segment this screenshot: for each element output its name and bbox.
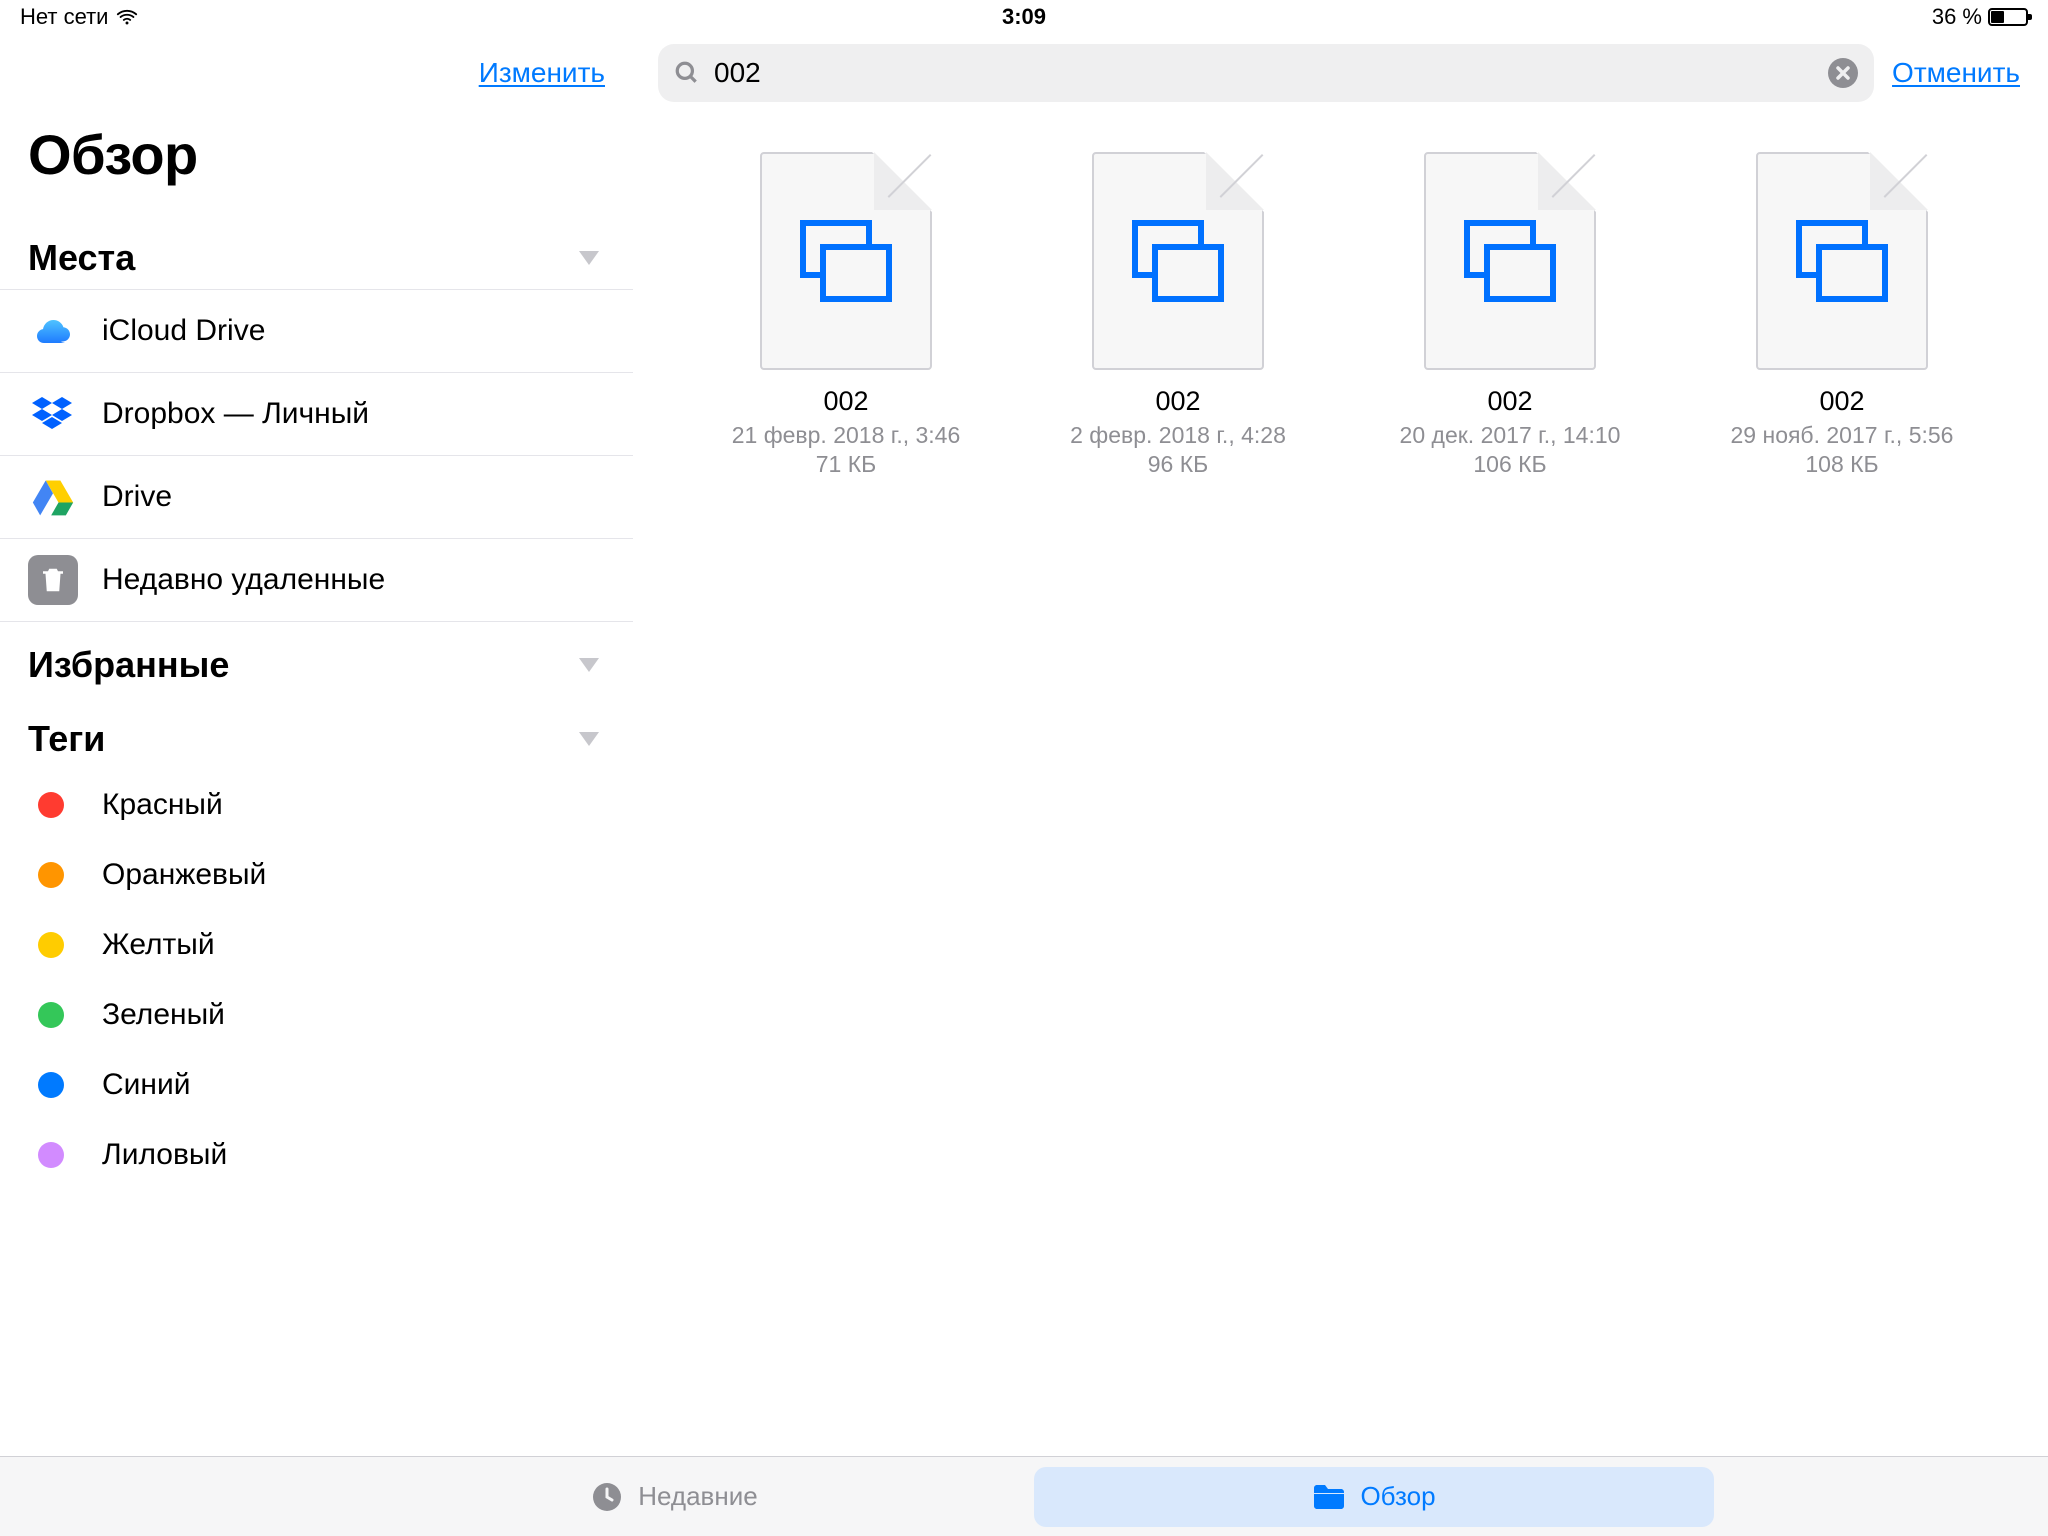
section-tags-label: Теги [28,718,105,760]
file-date: 20 дек. 2017 г., 14:10 [1400,421,1621,451]
location-dropbox[interactable]: Dropbox — Личный [0,373,633,456]
file-date: 21 февр. 2018 г., 3:46 [732,421,961,451]
tag-dot-icon [38,932,64,958]
tag-label: Оранжевый [94,858,266,892]
tag-dot-icon [38,862,64,888]
wifi-icon [116,6,138,28]
file-size: 108 КБ [1805,451,1878,478]
chevron-down-icon [579,658,599,672]
tag-label: Красный [94,788,223,822]
search-input[interactable] [714,57,1814,89]
trash-icon [28,555,78,605]
edit-button[interactable]: Изменить [479,57,605,89]
gdrive-icon [28,472,78,522]
chevron-down-icon [579,251,599,265]
location-label: Drive [102,480,172,514]
tab-browse-label: Обзор [1360,1481,1435,1512]
battery-icon [1988,8,2028,26]
tag-item[interactable]: Лиловый [0,1120,633,1190]
close-icon [1836,66,1850,80]
file-thumbnail [1092,152,1264,370]
file-date: 2 февр. 2018 г., 4:28 [1070,421,1286,451]
document-icon [800,220,892,302]
file-item[interactable]: 002 20 дек. 2017 г., 14:10106 КБ [1344,152,1676,478]
file-name: 002 [823,386,868,417]
location-trash[interactable]: Недавно удаленные [0,539,633,622]
location-icloud[interactable]: iCloud Drive [0,289,633,373]
location-gdrive[interactable]: Drive [0,456,633,539]
clock-icon [590,1480,624,1514]
file-name: 002 [1487,386,1532,417]
file-size: 96 КБ [1148,451,1208,478]
location-label: Dropbox — Личный [102,397,369,431]
search-icon [674,60,700,86]
tag-item[interactable]: Красный [0,770,633,840]
tag-dot-icon [38,792,64,818]
tab-recent[interactable]: Недавние [334,1467,1014,1527]
sidebar-title: Обзор [0,112,633,215]
folder-icon [1312,1480,1346,1514]
location-label: iCloud Drive [102,314,265,348]
section-favorites[interactable]: Избранные [0,622,633,696]
file-date: 29 нояб. 2017 г., 5:56 [1731,421,1954,451]
chevron-down-icon [579,732,599,746]
tag-item[interactable]: Оранжевый [0,840,633,910]
results-grid: 002 21 февр. 2018 г., 3:4671 КБ 002 2 февр.… [634,112,2048,1536]
section-favorites-label: Избранные [28,644,229,686]
locations-list: iCloud Drive Dropbox — Личный Drive [0,289,633,622]
file-item[interactable]: 002 29 нояб. 2017 г., 5:56108 КБ [1676,152,2008,478]
search-field[interactable] [658,44,1874,102]
section-tags[interactable]: Теги [0,696,633,770]
main-panel: Отменить 00221 февр. 2018 г., 3:4671 КБ0… [634,34,2048,1536]
status-time: 3:09 [1002,4,1046,30]
tag-dot-icon [38,1072,64,1098]
tag-item[interactable]: Синий [0,1050,633,1120]
tag-item[interactable]: Желтый [0,910,633,980]
tab-browse[interactable]: Обзор [1034,1467,1714,1527]
tag-dot-icon [38,1002,64,1028]
status-left: Нет сети [20,4,138,30]
icloud-icon [28,306,78,356]
file-name: 002 [1155,386,1200,417]
location-label: Недавно удаленные [102,563,385,597]
clear-search-button[interactable] [1828,58,1858,88]
section-places[interactable]: Места [0,215,633,289]
section-places-label: Места [28,237,135,279]
tag-label: Лиловый [94,1138,227,1172]
file-thumbnail [1424,152,1596,370]
battery-percent: 36 % [1932,4,1982,30]
document-icon [1132,220,1224,302]
tag-item[interactable]: Зеленый [0,980,633,1050]
tab-bar: Недавние Обзор [0,1456,2048,1536]
tag-label: Зеленый [94,998,225,1032]
file-item[interactable]: 002 21 февр. 2018 г., 3:4671 КБ [680,152,1012,478]
file-thumbnail [1756,152,1928,370]
tag-label: Желтый [94,928,215,962]
file-size: 106 КБ [1473,451,1546,478]
tab-recent-label: Недавние [638,1481,757,1512]
tag-dot-icon [38,1142,64,1168]
status-bar: Нет сети 3:09 36 % [0,0,2048,34]
network-label: Нет сети [20,4,108,30]
file-size: 71 КБ [816,451,876,478]
file-name: 002 [1819,386,1864,417]
dropbox-icon [28,389,78,439]
tag-label: Синий [94,1068,191,1102]
document-icon [1796,220,1888,302]
document-icon [1464,220,1556,302]
status-battery: 36 % [1932,4,2028,30]
file-item[interactable]: 002 2 февр. 2018 г., 4:2896 КБ [1012,152,1344,478]
sidebar: Изменить Обзор Места iCloud Drive [0,34,634,1536]
file-thumbnail [760,152,932,370]
cancel-search-button[interactable]: Отменить [1892,57,2024,89]
tag-list: Красный Оранжевый Желтый Зеленый Синий Лиловы… [0,770,633,1190]
